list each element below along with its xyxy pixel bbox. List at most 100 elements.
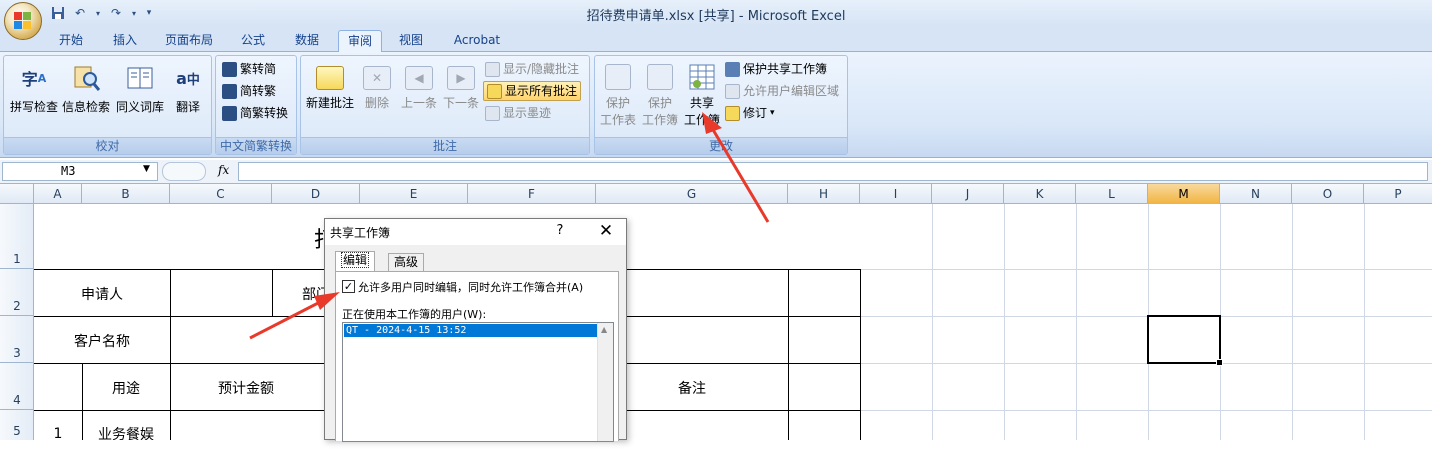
column-header-m[interactable]: M — [1148, 184, 1220, 204]
next-comment-label: 下一条 — [442, 96, 479, 110]
next-comment-button[interactable]: ▶ 下一条 — [439, 60, 483, 134]
users-scrollbar[interactable]: ▲ — [597, 323, 613, 441]
cell-applicant-label: 申请人 — [81, 287, 123, 303]
cell-purpose-value: 业务餐娱 — [98, 427, 154, 440]
previous-comment-label: 上一条 — [400, 96, 437, 110]
thesaurus-label: 同义词库 — [115, 100, 164, 114]
new-comment-label: 新建批注 — [305, 96, 354, 110]
to-traditional-label: 简转繁 — [240, 84, 277, 98]
column-header-e[interactable]: E — [360, 184, 468, 204]
column-header-b[interactable]: B — [82, 184, 170, 204]
column-header-k[interactable]: K — [1004, 184, 1076, 204]
track-changes-icon — [725, 105, 740, 121]
convert-button[interactable]: 简繁转换 — [222, 103, 288, 123]
protect-workbook-label-2: 工作簿 — [641, 113, 678, 127]
column-header-p[interactable]: P — [1364, 184, 1432, 204]
column-header-g[interactable]: G — [596, 184, 788, 204]
select-all-corner[interactable] — [0, 184, 34, 204]
column-header-d[interactable]: D — [272, 184, 360, 204]
tab-home[interactable]: 开始 — [50, 30, 92, 52]
show-hide-comment-button[interactable]: 显示/隐藏批注 — [485, 59, 579, 79]
protect-sheet-button[interactable]: 保护 工作表 — [597, 60, 639, 134]
show-ink-button[interactable]: 显示墨迹 — [485, 103, 551, 123]
save-icon[interactable] — [50, 5, 66, 21]
help-button[interactable]: ? — [553, 223, 567, 238]
tab-view[interactable]: 视图 — [390, 30, 432, 52]
insert-function-icon[interactable]: fx — [218, 163, 229, 177]
row-header-2[interactable]: 2 — [0, 269, 34, 316]
show-hide-comment-icon — [485, 61, 500, 77]
translate-button[interactable]: a中 翻译 — [162, 60, 214, 134]
column-header-j[interactable]: J — [932, 184, 1004, 204]
tab-advanced[interactable]: 高级 — [388, 253, 425, 271]
formula-bar: M3 ▼ fx — [0, 160, 1432, 184]
spelling-button[interactable]: 字A 拼写检查 — [8, 60, 60, 134]
column-header-c[interactable]: C — [170, 184, 272, 204]
redo-dropdown-icon[interactable]: ▾ — [130, 5, 138, 21]
tab-acrobat[interactable]: Acrobat — [446, 30, 508, 52]
name-box[interactable]: M3 — [2, 162, 158, 181]
delete-comment-button[interactable]: ✕ 删除 — [355, 60, 399, 134]
column-header-h[interactable]: H — [788, 184, 860, 204]
column-header-o[interactable]: O — [1292, 184, 1364, 204]
to-simplified-label: 繁转简 — [240, 62, 277, 76]
allow-multiuser-checkbox[interactable]: ✓ — [342, 280, 355, 293]
tab-review[interactable]: 审阅 — [338, 30, 382, 52]
dialog-tab-panel: ✓ 允许多用户同时编辑，同时允许工作簿合并(A) 正在使用本工作簿的用户(W):… — [335, 271, 619, 442]
track-changes-button[interactable]: 修订 ▾ — [725, 103, 775, 123]
list-item[interactable]: QT - 2024-4-15 13:52 — [344, 324, 597, 337]
name-box-dropdown-icon[interactable]: ▼ — [143, 164, 150, 174]
show-all-comments-button[interactable]: 显示所有批注 — [483, 81, 582, 101]
row-header-3[interactable]: 3 — [0, 316, 34, 363]
column-header-f[interactable]: F — [468, 184, 596, 204]
share-workbook-button[interactable]: 共享 工作簿 — [681, 60, 723, 134]
column-header-a[interactable]: A — [34, 184, 82, 204]
column-header-l[interactable]: L — [1076, 184, 1148, 204]
to-traditional-button[interactable]: 简转繁 — [222, 81, 276, 101]
cell-purpose-header: 用途 — [112, 381, 140, 397]
formula-input[interactable] — [238, 162, 1428, 181]
share-workbook-label-2: 工作簿 — [683, 113, 720, 127]
research-button[interactable]: 信息检索 — [60, 60, 112, 134]
customize-qat-icon[interactable]: ▾ — [144, 5, 154, 21]
office-button[interactable] — [4, 2, 42, 40]
row-header-5[interactable]: 5 — [0, 410, 34, 450]
undo-icon[interactable]: ↶ — [72, 5, 88, 21]
research-icon — [70, 62, 102, 94]
show-all-comments-label: 显示所有批注 — [505, 84, 578, 98]
tab-edit[interactable]: 编辑 — [335, 251, 376, 272]
scroll-up-icon[interactable]: ▲ — [601, 325, 607, 334]
new-comment-icon — [316, 66, 344, 90]
tab-formulas[interactable]: 公式 — [232, 30, 274, 52]
previous-comment-icon: ◀ — [405, 66, 433, 90]
row-header-4[interactable]: 4 — [0, 363, 34, 410]
protect-share-icon — [725, 61, 740, 77]
cell-customer-label: 客户名称 — [74, 334, 130, 350]
tab-insert[interactable]: 插入 — [104, 30, 146, 52]
tab-page-layout[interactable]: 页面布局 — [158, 30, 220, 52]
protect-workbook-button[interactable]: 保护 工作簿 — [639, 60, 681, 134]
tab-data[interactable]: 数据 — [286, 30, 328, 52]
protect-sheet-icon — [605, 64, 631, 90]
thesaurus-button[interactable]: 同义词库 — [114, 60, 166, 134]
to-simplified-button[interactable]: 繁转简 — [222, 59, 276, 79]
users-list[interactable]: QT - 2024-4-15 13:52 ▲ — [342, 322, 614, 442]
redo-icon[interactable]: ↷ — [108, 5, 124, 21]
undo-dropdown-icon[interactable]: ▾ — [94, 5, 102, 21]
previous-comment-button[interactable]: ◀ 上一条 — [397, 60, 441, 134]
new-comment-button[interactable]: 新建批注 — [303, 60, 357, 134]
allow-edit-ranges-button[interactable]: 允许用户编辑区域 — [725, 81, 839, 101]
worksheet-grid[interactable]: 打 申请人 部门 客户名称 用途 预计金额 备注 1 业务餐娱 — [34, 204, 1432, 440]
column-header-i[interactable]: I — [860, 184, 932, 204]
to-simplified-icon — [222, 61, 237, 77]
column-header-n[interactable]: N — [1220, 184, 1292, 204]
close-button[interactable]: ✕ — [597, 221, 615, 241]
allow-multiuser-label[interactable]: 允许多用户同时编辑，同时允许工作簿合并(A) — [358, 279, 583, 295]
group-changes: 保护 工作表 保护 工作簿 共享 工作簿 保护共享工作簿 允许用户编辑区域 修订… — [594, 55, 848, 155]
row-header-1[interactable]: 1 — [0, 204, 34, 269]
dialog-title: 共享工作簿 — [330, 226, 391, 240]
protect-workbook-label-1: 保护 — [647, 96, 672, 110]
protect-share-button[interactable]: 保护共享工作簿 — [725, 59, 827, 79]
selected-cell[interactable] — [1147, 315, 1223, 366]
formula-expand-handle[interactable] — [162, 162, 206, 181]
